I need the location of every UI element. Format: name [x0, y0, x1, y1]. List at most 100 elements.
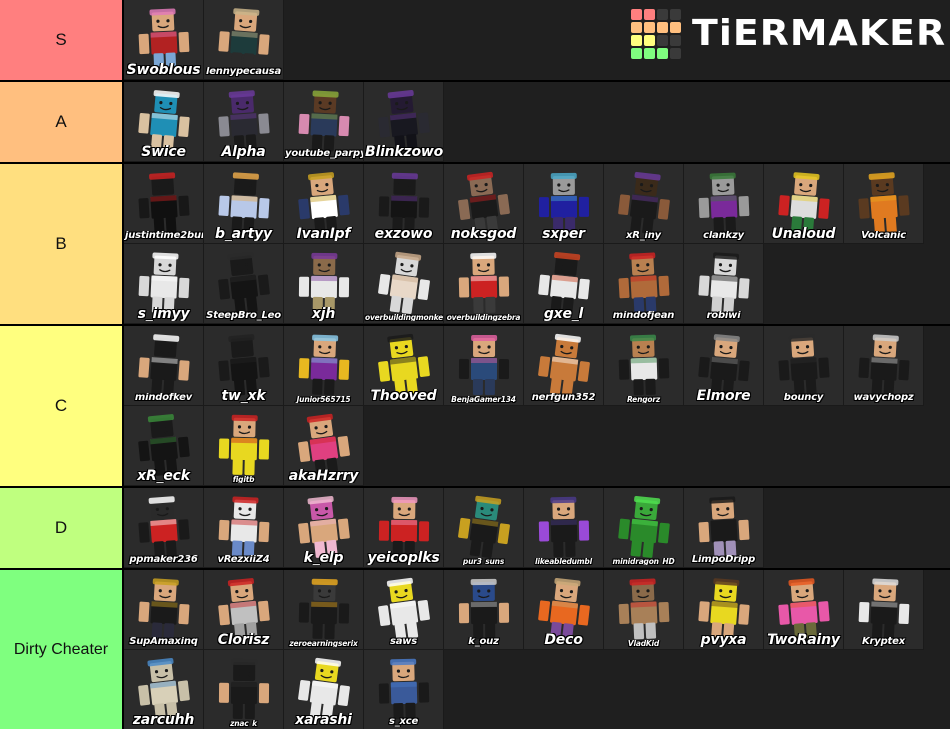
avatar: [364, 244, 443, 323]
tier-item-label: mindofjean: [612, 311, 675, 321]
tier-item[interactable]: gxe_l: [524, 244, 604, 324]
tier-item[interactable]: noksgod: [444, 164, 524, 244]
avatar: [444, 244, 523, 323]
tier-item-label: wavychopz: [853, 393, 914, 403]
tier-item[interactable]: mindofjean: [604, 244, 684, 324]
avatar: [284, 326, 363, 405]
tier-item[interactable]: tw_xk: [204, 326, 284, 406]
tier-row: A Swice Alpha youtube_parpy Blinkzowo: [0, 82, 950, 164]
tier-label-c[interactable]: C: [0, 326, 124, 486]
tier-item[interactable]: SupAmaxinq: [124, 570, 204, 650]
tier-item[interactable]: ppmaker236: [124, 488, 204, 568]
tier-item[interactable]: BenjaGamer134: [444, 326, 524, 406]
tier-item-label: b_artyy: [215, 227, 272, 241]
tier-item[interactable]: Alpha: [204, 82, 284, 162]
tier-item[interactable]: zeroearningserix: [284, 570, 364, 650]
tier-item[interactable]: nerfgun352: [524, 326, 604, 406]
tier-item-label: pur3_suns: [462, 557, 505, 565]
avatar: [444, 326, 523, 405]
tier-item-label: exzowo: [374, 227, 433, 241]
tier-item[interactable]: bouncy: [764, 326, 844, 406]
tier-item-label: Unaloud: [771, 227, 836, 241]
tier-item-label: akaHzrry: [288, 469, 359, 483]
tier-item[interactable]: b_artyy: [204, 164, 284, 244]
avatar: [204, 406, 283, 485]
tier-item[interactable]: k_elp: [284, 488, 364, 568]
tier-item-label: minidragon_HD: [612, 557, 675, 565]
tier-item-label: Volcanic: [861, 231, 906, 241]
tier-item[interactable]: akaHzrry: [284, 406, 364, 486]
tier-item[interactable]: overbuildingmonkey: [364, 244, 444, 324]
tier-item[interactable]: figitb: [204, 406, 284, 486]
tier-item[interactable]: lennypecausa: [204, 0, 284, 80]
tier-item[interactable]: exzowo: [364, 164, 444, 244]
tier-items: ppmaker236 vRezxiiZ4 k_elp yeicoplks pur…: [124, 488, 950, 568]
tier-item-label: Alpha: [221, 145, 266, 159]
tier-item[interactable]: s_imyy: [124, 244, 204, 324]
tier-item[interactable]: Unaloud: [764, 164, 844, 244]
tier-item[interactable]: s_xce: [364, 650, 444, 729]
tier-item-label: bouncy: [783, 393, 824, 403]
tier-item[interactable]: SteepBro_Leo: [204, 244, 284, 324]
tier-item[interactable]: TwoRainy: [764, 570, 844, 650]
tier-item[interactable]: Swice: [124, 82, 204, 162]
tier-item[interactable]: IvanIpf: [284, 164, 364, 244]
tier-label-dirty-cheater[interactable]: Dirty Cheater: [0, 570, 124, 729]
tier-item-label: overbuildingmonkey: [365, 313, 443, 321]
tier-item-label: Blinkzowo: [365, 145, 443, 159]
tier-item[interactable]: zarcuhh: [124, 650, 204, 729]
tier-item-label: IvanIpf: [296, 227, 351, 241]
tier-item[interactable]: vRezxiiZ4: [204, 488, 284, 568]
tier-item[interactable]: xjh: [284, 244, 364, 324]
tier-item[interactable]: xarashi: [284, 650, 364, 729]
tier-label-a[interactable]: A: [0, 82, 124, 162]
tier-item[interactable]: youtube_parpy: [284, 82, 364, 162]
tier-item[interactable]: Clorisz: [204, 570, 284, 650]
tier-label-s[interactable]: S: [0, 0, 124, 80]
tier-item[interactable]: LimpoDripp: [684, 488, 764, 568]
tier-item-label: SteepBro_Leo: [206, 311, 281, 321]
tier-row: Dirty Cheater SupAmaxinq Clorisz zeroear…: [0, 570, 950, 729]
tier-item[interactable]: wavychopz: [844, 326, 924, 406]
tier-item-label: TwoRainy: [767, 633, 840, 647]
tier-item[interactable]: Thooved: [364, 326, 444, 406]
tier-item-label: VladKid: [627, 639, 660, 647]
avatar: [444, 488, 523, 567]
tier-item-label: Elmore: [696, 389, 751, 403]
tier-item[interactable]: sxper: [524, 164, 604, 244]
tier-item[interactable]: yeicoplks: [364, 488, 444, 568]
tier-item[interactable]: pur3_suns: [444, 488, 524, 568]
avatar: [604, 488, 683, 567]
tier-item[interactable]: minidragon_HD: [604, 488, 684, 568]
tier-item[interactable]: Blinkzowo: [364, 82, 444, 162]
tier-label-d[interactable]: D: [0, 488, 124, 568]
tier-item[interactable]: overbuildingzebra: [444, 244, 524, 324]
tier-item[interactable]: Rengorz: [604, 326, 684, 406]
tier-item[interactable]: mindofkev: [124, 326, 204, 406]
tier-item[interactable]: Swoblous: [124, 0, 204, 80]
tier-item[interactable]: saws: [364, 570, 444, 650]
tier-item[interactable]: likeabledumbl: [524, 488, 604, 568]
avatar: [524, 488, 603, 567]
tier-row: S Swoblous lennypecausa: [0, 0, 950, 82]
tier-item[interactable]: clankzy: [684, 164, 764, 244]
tier-item[interactable]: pvyxa: [684, 570, 764, 650]
tier-item[interactable]: VladKid: [604, 570, 684, 650]
tier-item[interactable]: xR_iny: [604, 164, 684, 244]
tier-item[interactable]: Deco: [524, 570, 604, 650]
tier-item-label: SupAmaxinq: [129, 637, 198, 647]
tier-item[interactable]: k_ouz: [444, 570, 524, 650]
tier-label-b[interactable]: B: [0, 164, 124, 324]
tier-item[interactable]: justintime2burn: [124, 164, 204, 244]
tier-item-label: gxe_l: [543, 307, 584, 321]
tier-item[interactable]: Volcanic: [844, 164, 924, 244]
tier-item[interactable]: xR_eck: [124, 406, 204, 486]
tier-item[interactable]: Kryptex: [844, 570, 924, 650]
tier-item[interactable]: znac_k: [204, 650, 284, 729]
tier-row: C mindofkev tw_xk Junior565715 Thooved B…: [0, 326, 950, 488]
tier-item[interactable]: Elmore: [684, 326, 764, 406]
tier-item-label: xR_iny: [625, 231, 662, 241]
tier-item[interactable]: robiwi: [684, 244, 764, 324]
avatar: [604, 326, 683, 405]
tier-item[interactable]: Junior565715: [284, 326, 364, 406]
